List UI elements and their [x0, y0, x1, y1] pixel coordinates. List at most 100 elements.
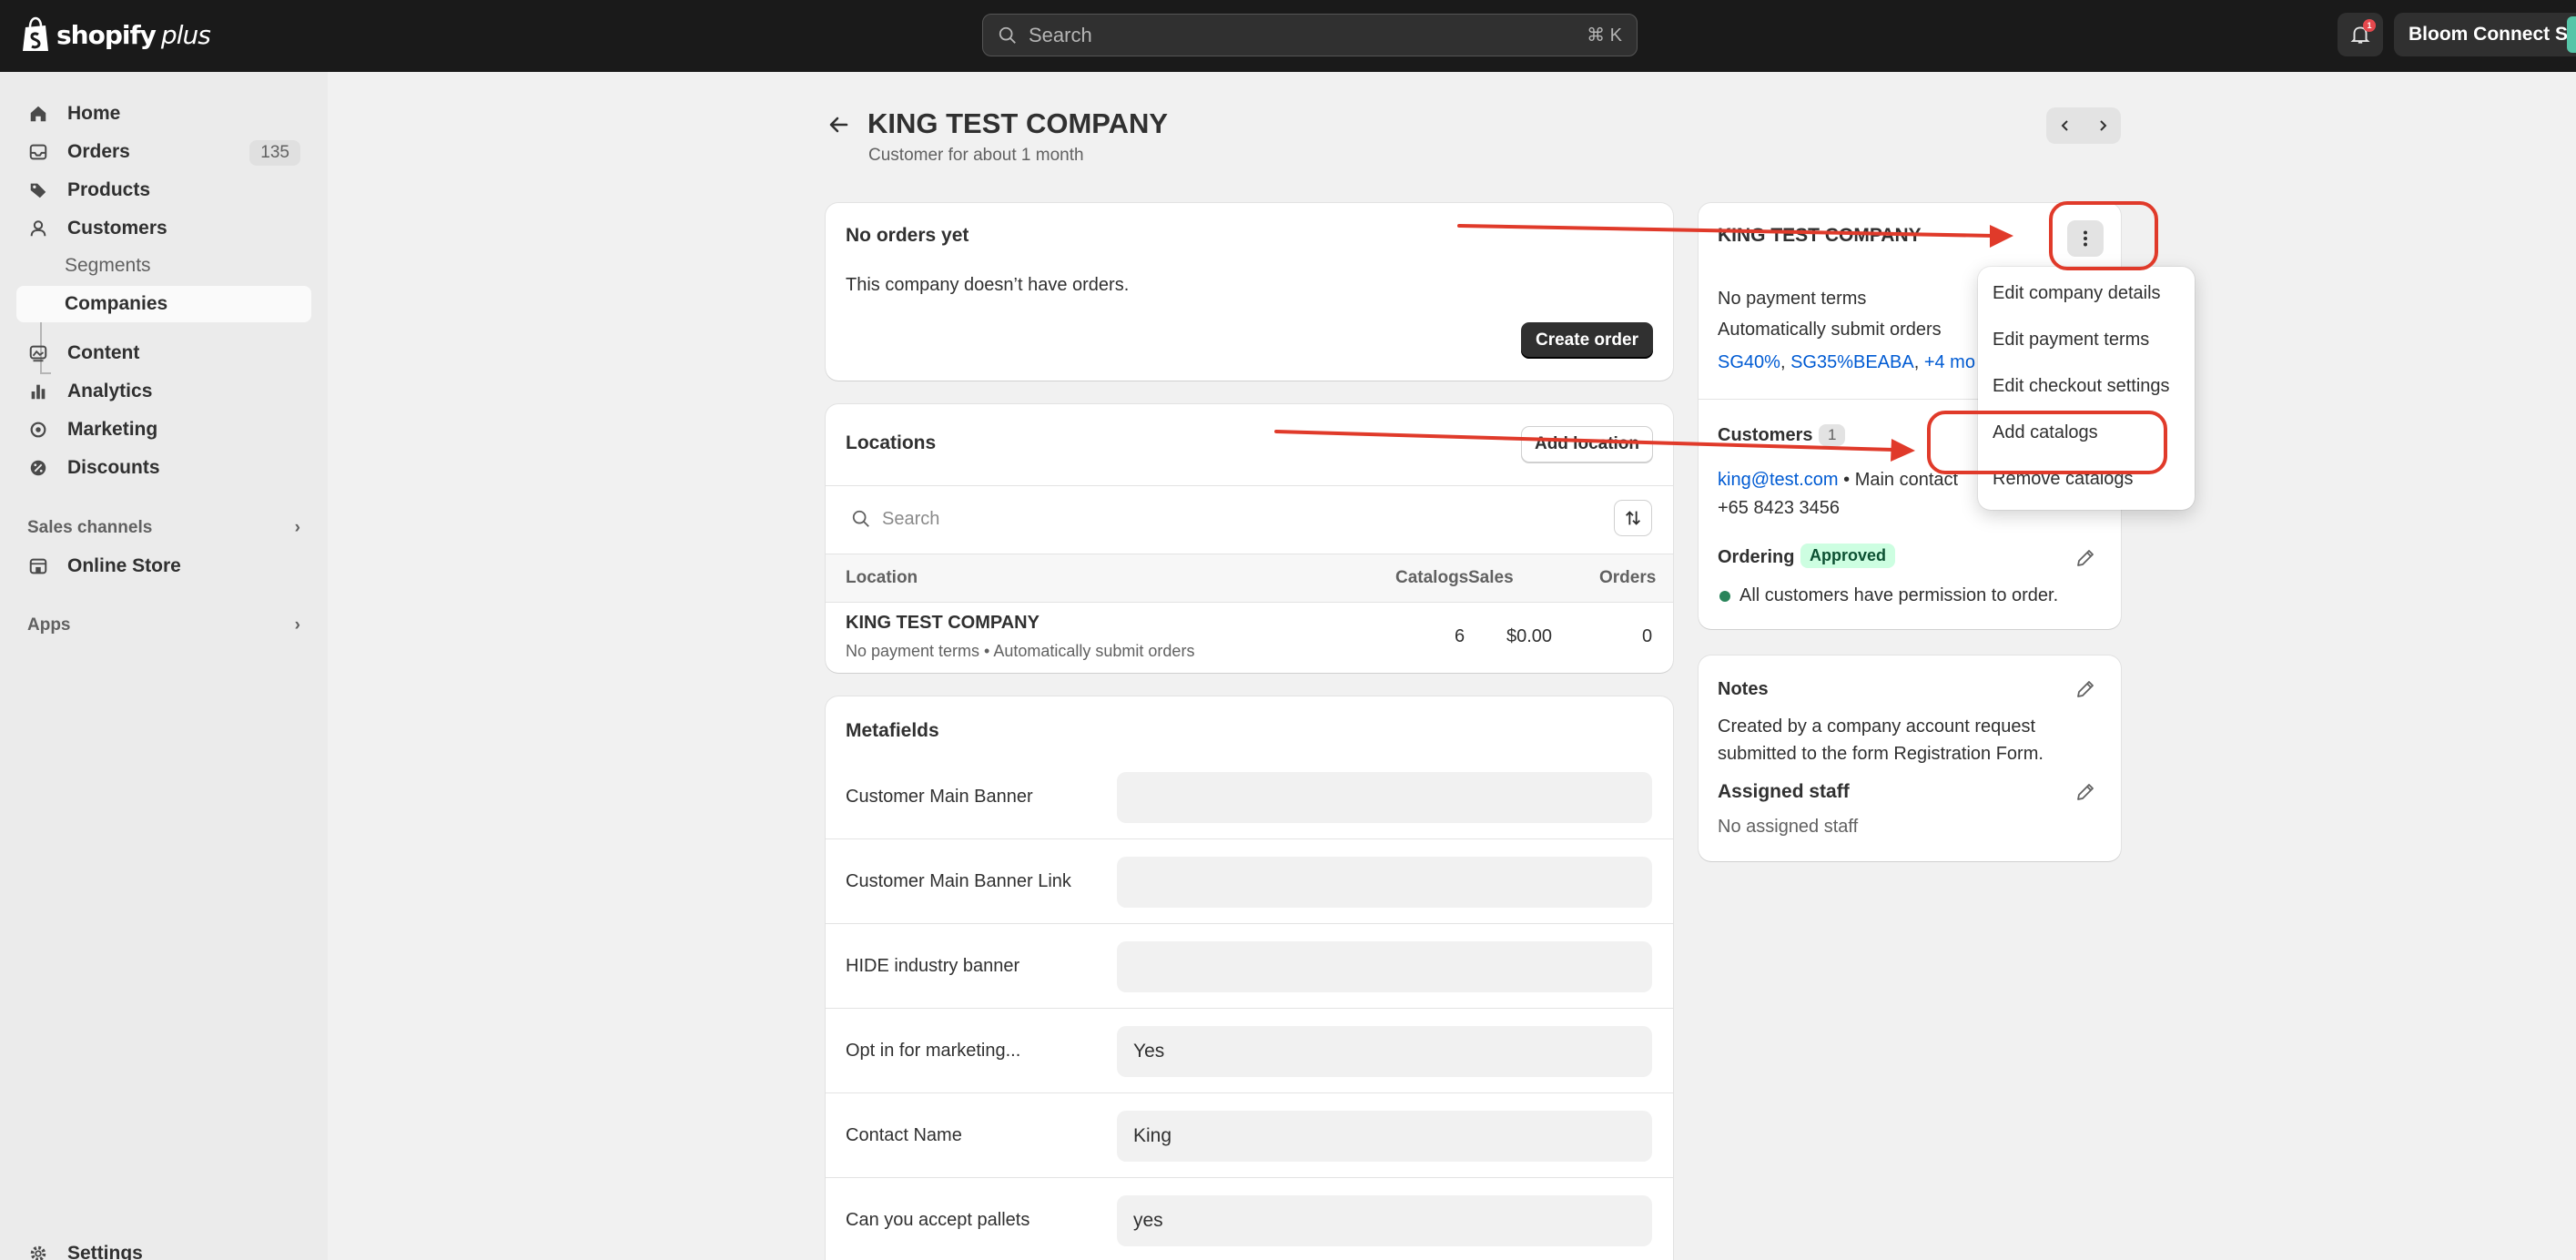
metafield-label: Contact Name — [846, 1125, 962, 1145]
search-icon — [852, 510, 869, 527]
locations-card-title: Locations — [846, 432, 937, 453]
location-detail: No payment terms • Automatically submit … — [846, 642, 1195, 660]
assigned-staff-heading: Assigned staff — [1718, 781, 1850, 802]
metafield-input[interactable]: Yes — [1117, 1026, 1652, 1077]
notification-count-badge: 1 — [2363, 19, 2376, 32]
sort-button[interactable] — [1614, 500, 1652, 536]
catalog-links: SG40%, SG35%BEABA, +4 mo — [1718, 352, 1975, 372]
divider — [826, 923, 1673, 924]
metafield-input[interactable] — [1117, 941, 1652, 992]
marketing-icon — [27, 419, 49, 441]
apps-heading[interactable]: Apps › — [27, 615, 300, 635]
sidebar-item-discounts[interactable]: Discounts — [16, 450, 311, 486]
apps-label: Apps — [27, 615, 71, 635]
chevron-right-icon: › — [294, 518, 300, 537]
metafield-label: Customer Main Banner Link — [846, 871, 1071, 891]
logo-word: shopify — [56, 19, 157, 50]
more-actions-button[interactable] — [2067, 220, 2104, 257]
orders-card-title: No orders yet — [846, 225, 969, 246]
locations-search-input[interactable]: Search — [840, 495, 1573, 543]
edit-pencil-icon[interactable] — [2074, 678, 2096, 700]
sidebar-item-products[interactable]: Products — [16, 172, 311, 208]
search-placeholder: Search — [1029, 23, 1092, 46]
metafield-label: Customer Main Banner — [846, 787, 1033, 807]
location-orders: 0 — [1642, 626, 1653, 646]
sidebar-item-analytics[interactable]: Analytics — [16, 373, 311, 410]
sidebar-item-online-store[interactable]: Online Store — [16, 548, 311, 584]
sidebar-item-segments[interactable]: Segments — [65, 255, 151, 277]
menu-item-edit-checkout-settings[interactable]: Edit checkout settings — [1993, 376, 2170, 397]
divider — [826, 1008, 1673, 1009]
next-button[interactable] — [2084, 107, 2121, 144]
global-search-input[interactable]: Search ⌘ K — [982, 14, 1638, 56]
store-avatar[interactable] — [2567, 16, 2576, 53]
metafield-input[interactable]: King — [1117, 1111, 1652, 1162]
record-pager — [2046, 107, 2121, 144]
catalog-link[interactable]: SG35%BEABA — [1790, 352, 1914, 372]
ordering-heading: Ordering — [1718, 547, 1795, 567]
gear-icon — [27, 1243, 49, 1260]
main-contact-line: king@test.com • Main contact — [1718, 470, 1958, 491]
create-order-button[interactable]: Create order — [1521, 322, 1653, 359]
sidebar-item-label: Companies — [65, 293, 168, 314]
store-switcher-button[interactable]: Bloom Connect SG — [2394, 13, 2576, 56]
menu-item-remove-catalogs[interactable]: Remove catalogs — [1993, 469, 2134, 490]
sidebar-item-content[interactable]: Content — [16, 335, 311, 371]
notes-heading: Notes — [1718, 679, 1769, 699]
sidebar-item-settings[interactable]: Settings — [16, 1235, 311, 1260]
more-actions-menu: Edit company details Edit payment terms … — [1978, 267, 2195, 510]
page-subtitle: Customer for about 1 month — [868, 146, 1084, 165]
menu-item-edit-company-details[interactable]: Edit company details — [1993, 283, 2161, 304]
sidebar-item-orders[interactable]: Orders 135 — [16, 134, 311, 170]
logo-plus: plus — [160, 19, 211, 50]
shopify-bag-icon — [23, 16, 48, 51]
tag-icon — [27, 179, 49, 201]
top-bar: shopify plus Search ⌘ K 1 Bloom Connect S… — [0, 0, 2576, 72]
metafield-input[interactable] — [1117, 772, 1652, 823]
edit-pencil-icon[interactable] — [2074, 547, 2096, 569]
menu-item-edit-payment-terms[interactable]: Edit payment terms — [1993, 330, 2149, 351]
previous-button[interactable] — [2046, 107, 2084, 144]
sidebar: Home Orders 135 Products Customers Segme… — [0, 72, 328, 1260]
notifications-button[interactable]: 1 — [2338, 13, 2383, 56]
sidebar-item-companies[interactable]: Companies — [16, 286, 311, 322]
metafield-input[interactable] — [1117, 857, 1652, 908]
metafield-label: HIDE industry banner — [846, 956, 1020, 976]
shopify-plus-logo[interactable]: shopify plus — [20, 16, 211, 53]
more-catalogs-link[interactable]: +4 mo — [1924, 352, 1975, 372]
customers-heading: Customers — [1718, 425, 1813, 445]
chevron-right-icon — [2099, 120, 2106, 131]
edit-pencil-icon[interactable] — [2074, 781, 2096, 803]
orders-empty-text: This company doesn’t have orders. — [846, 275, 1130, 295]
sidebar-item-label: Orders — [67, 141, 130, 162]
metafield-input[interactable]: yes — [1117, 1195, 1652, 1246]
column-header-sales: Sales — [1468, 568, 1514, 587]
divider — [826, 838, 1673, 839]
assigned-staff-text: No assigned staff — [1718, 817, 1859, 837]
sidebar-item-label: Content — [67, 342, 140, 363]
back-arrow-icon[interactable] — [827, 111, 859, 138]
location-catalogs: 6 — [1455, 626, 1465, 646]
menu-item-add-catalogs[interactable]: Add catalogs — [1993, 422, 2098, 443]
sidebar-item-marketing[interactable]: Marketing — [16, 412, 311, 448]
company-card-title: KING TEST COMPANY — [1718, 225, 1922, 246]
contact-email-link[interactable]: king@test.com — [1718, 470, 1839, 490]
notes-text-line2: submitted to the form Registration Form. — [1718, 744, 2044, 764]
page-title: KING TEST COMPANY — [867, 107, 1169, 139]
locations-table-header: Location Catalogs Sales Orders — [826, 554, 1673, 603]
sidebar-item-label: Home — [67, 103, 121, 124]
chevron-right-icon: › — [294, 615, 300, 635]
add-location-button[interactable]: Add location — [1521, 426, 1653, 462]
column-header-catalogs: Catalogs — [1395, 568, 1469, 587]
chevron-left-icon — [2061, 120, 2068, 131]
sales-channels-heading[interactable]: Sales channels › — [27, 518, 300, 538]
sidebar-item-label: Discounts — [67, 457, 160, 478]
sidebar-item-label: Settings — [67, 1243, 143, 1260]
sidebar-item-label: Products — [67, 179, 151, 200]
sidebar-item-label: Online Store — [67, 555, 181, 576]
sidebar-item-customers[interactable]: Customers — [16, 210, 311, 247]
catalog-link[interactable]: SG40% — [1718, 352, 1780, 372]
contact-role: • Main contact — [1843, 470, 1959, 490]
sidebar-item-home[interactable]: Home — [16, 96, 311, 132]
status-badge: Approved — [1800, 544, 1896, 568]
